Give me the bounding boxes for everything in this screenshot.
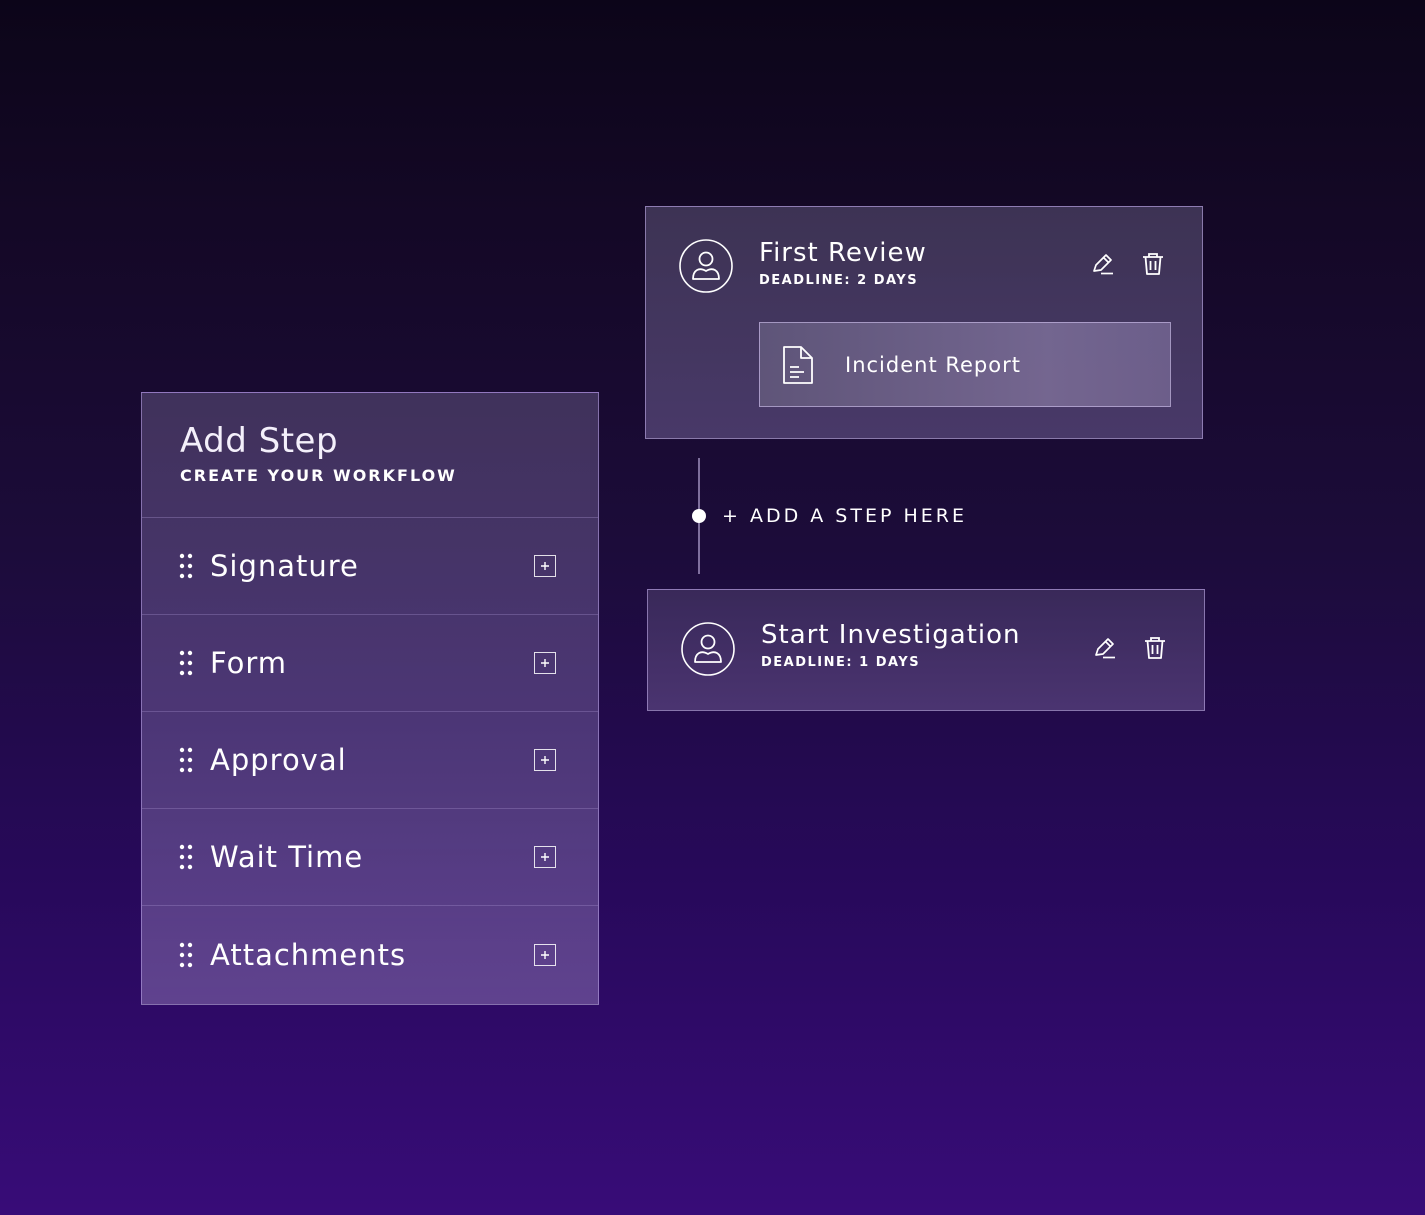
panel-title: Add Step: [180, 421, 339, 461]
add-step-here-link[interactable]: + ADD A STEP HERE: [722, 505, 967, 527]
user-icon: [679, 239, 733, 293]
step-type-form[interactable]: Form: [142, 615, 598, 712]
panel-subtitle: CREATE YOUR WORKFLOW: [180, 466, 457, 485]
trash-icon[interactable]: [1142, 635, 1168, 661]
step-type-label: Approval: [210, 743, 347, 777]
plus-box-icon[interactable]: [534, 846, 556, 868]
panel-header: Add Step CREATE YOUR WORKFLOW: [142, 393, 598, 518]
attachment-incident-report[interactable]: Incident Report: [759, 322, 1171, 407]
drag-handle-icon[interactable]: [178, 650, 194, 676]
add-step-panel: Add Step CREATE YOUR WORKFLOW Signature …: [141, 392, 599, 1005]
step-deadline: DEADLINE: 2 DAYS: [759, 273, 919, 288]
step-type-signature[interactable]: Signature: [142, 518, 598, 615]
drag-handle-icon[interactable]: [178, 942, 194, 968]
user-icon: [681, 622, 735, 676]
attachment-label: Incident Report: [845, 352, 1021, 377]
step-type-label: Signature: [210, 549, 359, 583]
step-type-list: Signature Form Approval Wait Time Attach…: [142, 518, 598, 1003]
step-deadline: DEADLINE: 1 DAYS: [761, 655, 921, 670]
step-type-attachments[interactable]: Attachments: [142, 906, 598, 1003]
plus-box-icon[interactable]: [534, 555, 556, 577]
document-icon: [781, 345, 815, 385]
plus-box-icon[interactable]: [534, 652, 556, 674]
step-type-wait-time[interactable]: Wait Time: [142, 809, 598, 906]
step-type-approval[interactable]: Approval: [142, 712, 598, 809]
step-title: Start Investigation: [761, 620, 1021, 650]
edit-icon[interactable]: [1090, 251, 1116, 277]
step-actions: [1090, 251, 1166, 277]
step-type-label: Wait Time: [210, 840, 364, 874]
drag-handle-icon[interactable]: [178, 553, 194, 579]
step-type-label: Attachments: [210, 937, 407, 972]
step-actions: [1092, 635, 1168, 661]
trash-icon[interactable]: [1140, 251, 1166, 277]
connector-dot: [692, 509, 706, 523]
plus-box-icon[interactable]: [534, 943, 556, 966]
drag-handle-icon[interactable]: [178, 747, 194, 773]
step-type-label: Form: [210, 646, 288, 680]
step-card-start-investigation[interactable]: Start Investigation DEADLINE: 1 DAYS: [647, 589, 1205, 711]
step-card-first-review[interactable]: First Review DEADLINE: 2 DAYS Incident R…: [645, 206, 1203, 439]
step-title: First Review: [759, 238, 927, 268]
drag-handle-icon[interactable]: [178, 844, 194, 870]
edit-icon[interactable]: [1092, 635, 1118, 661]
plus-box-icon[interactable]: [534, 749, 556, 771]
